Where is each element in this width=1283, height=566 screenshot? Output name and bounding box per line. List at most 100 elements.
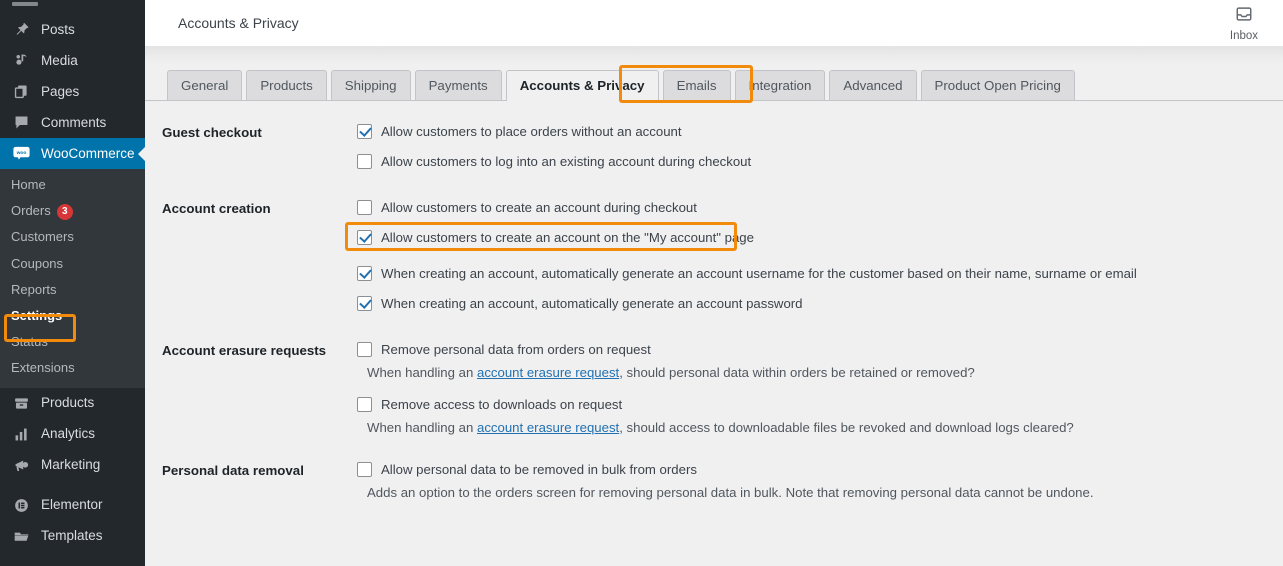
erasure-description-2: When handling an account erasure request… bbox=[367, 420, 1283, 436]
section-guest-checkout: Guest checkout Allow customers to place … bbox=[145, 123, 1283, 183]
woocommerce-submenu: Home Orders 3 Customers Coupons Reports S… bbox=[0, 169, 145, 388]
svg-text:woo: woo bbox=[16, 151, 27, 156]
section-fields: Allow personal data to be removed in bul… bbox=[357, 461, 1283, 516]
checkbox-label: Allow customers to create an account on … bbox=[381, 230, 754, 245]
sidebar-separator bbox=[0, 481, 145, 490]
tab-shipping[interactable]: Shipping bbox=[330, 70, 411, 100]
tab-advanced[interactable]: Advanced bbox=[829, 70, 917, 100]
sidebar-subitem-label: Extensions bbox=[11, 360, 75, 376]
megaphone-icon bbox=[11, 455, 32, 475]
sidebar-item-label: WooCommerce bbox=[41, 145, 135, 161]
elementor-icon bbox=[11, 495, 32, 515]
account-erasure-request-link[interactable]: account erasure request bbox=[477, 365, 619, 380]
personal-data-removal-description: Adds an option to the orders screen for … bbox=[367, 485, 1094, 500]
sidebar-subitem-coupons[interactable]: Coupons bbox=[0, 251, 145, 277]
field-row-my-account[interactable]: Allow customers to create an account on … bbox=[345, 222, 1283, 251]
sidebar-subitem-label: Settings bbox=[11, 307, 63, 323]
sidebar-item-elementor[interactable]: Elementor bbox=[0, 490, 145, 521]
sidebar-subitem-orders[interactable]: Orders 3 bbox=[0, 198, 145, 224]
checkbox-create-account-during-checkout[interactable] bbox=[357, 200, 372, 215]
sidebar-subitem-settings[interactable]: Settings bbox=[0, 303, 145, 329]
pin-icon bbox=[11, 20, 32, 40]
sidebar-item-products[interactable]: Products bbox=[0, 388, 145, 419]
field-row[interactable]: When creating an account, automatically … bbox=[357, 295, 1283, 311]
sidebar-item-label: Analytics bbox=[41, 426, 96, 442]
checkbox-label: Allow personal data to be removed in bul… bbox=[381, 462, 697, 477]
section-fields: Allow customers to create an account dur… bbox=[345, 199, 1283, 325]
sidebar-item-posts[interactable]: Posts bbox=[0, 14, 145, 45]
sidebar-item-woocommerce[interactable]: woo WooCommerce bbox=[0, 138, 146, 169]
sidebar-subitem-label: Coupons bbox=[11, 255, 64, 271]
folder-icon bbox=[11, 526, 32, 546]
products-icon bbox=[11, 393, 32, 413]
sidebar-subitem-reports[interactable]: Reports bbox=[0, 277, 145, 303]
section-personal-data-removal: Personal data removal Allow personal dat… bbox=[145, 461, 1283, 516]
account-erasure-request-link[interactable]: account erasure request bbox=[477, 420, 619, 435]
tab-general[interactable]: General bbox=[167, 70, 243, 100]
tab-emails[interactable]: Emails bbox=[662, 70, 731, 100]
checkbox-label: Allow customers to place orders without … bbox=[381, 124, 682, 139]
analytics-icon bbox=[11, 424, 32, 444]
sidebar-subitem-label: Reports bbox=[11, 281, 57, 297]
field-row[interactable]: Remove access to downloads on request bbox=[357, 396, 1283, 412]
orders-count-badge: 3 bbox=[56, 204, 73, 221]
settings-tabs: General Products Shipping Payments Accou… bbox=[145, 65, 1283, 103]
field-row[interactable]: Allow customers to create an account dur… bbox=[357, 199, 1283, 215]
sidebar-subitem-extensions[interactable]: Extensions bbox=[0, 355, 145, 381]
sidebar-subitem-home[interactable]: Home bbox=[0, 172, 145, 198]
sidebar-item-comments[interactable]: Comments bbox=[0, 107, 145, 138]
field-row[interactable]: Allow personal data to be removed in bul… bbox=[357, 461, 1283, 477]
sidebar-item-pages[interactable]: Pages bbox=[0, 76, 145, 107]
checkbox-allow-guest-orders[interactable] bbox=[357, 124, 372, 139]
section-fields: Remove personal data from orders on requ… bbox=[357, 341, 1283, 451]
checkbox-label: Allow customers to create an account dur… bbox=[381, 200, 697, 215]
sidebar-item-label: Media bbox=[41, 52, 78, 68]
sidebar-item-templates[interactable]: Templates bbox=[0, 521, 145, 552]
checkbox-bulk-remove-personal-data[interactable] bbox=[357, 462, 372, 477]
header-fade bbox=[145, 47, 1283, 65]
settings-form: Guest checkout Allow customers to place … bbox=[145, 101, 1283, 516]
sidebar-item-label: Templates bbox=[41, 528, 103, 544]
field-row[interactable]: When creating an account, automatically … bbox=[357, 265, 1283, 281]
sidebar-item-label: Posts bbox=[41, 21, 75, 37]
media-icon bbox=[11, 51, 32, 71]
field-row[interactable]: Allow customers to place orders without … bbox=[357, 123, 1283, 139]
section-account-erasure: Account erasure requests Remove personal… bbox=[145, 341, 1283, 451]
sidebar-item-analytics[interactable]: Analytics bbox=[0, 419, 145, 450]
sidebar-subitem-status[interactable]: Status bbox=[0, 329, 145, 355]
main-content: Accounts & Privacy Inbox General Product… bbox=[145, 0, 1283, 566]
section-label: Account creation bbox=[162, 201, 271, 216]
sidebar-item-label: Comments bbox=[41, 114, 107, 130]
sidebar-subitem-label: Status bbox=[11, 334, 48, 350]
field-row[interactable]: Allow customers to log into an existing … bbox=[357, 153, 1283, 169]
sidebar-subitem-customers[interactable]: Customers bbox=[0, 224, 145, 250]
tab-integration[interactable]: Integration bbox=[734, 70, 826, 100]
desc-text-post: , should personal data within orders be … bbox=[619, 365, 975, 380]
inbox-button[interactable]: Inbox bbox=[1215, 0, 1273, 47]
app-root: Posts Media Pages Comments woo WooCommer… bbox=[0, 0, 1283, 566]
tab-accounts-privacy[interactable]: Accounts & Privacy bbox=[505, 70, 659, 101]
section-label: Personal data removal bbox=[162, 463, 304, 478]
tab-payments[interactable]: Payments bbox=[414, 70, 502, 100]
tab-products[interactable]: Products bbox=[246, 70, 327, 100]
checkbox-auto-generate-username[interactable] bbox=[357, 266, 372, 281]
sidebar-item-marketing[interactable]: Marketing bbox=[0, 450, 145, 481]
checkbox-remove-personal-data-orders[interactable] bbox=[357, 342, 372, 357]
sidebar-item-media[interactable]: Media bbox=[0, 45, 145, 76]
desc-text-pre: When handling an bbox=[367, 365, 477, 380]
sidebar-subitem-label: Customers bbox=[11, 229, 74, 245]
checkbox-create-account-my-account-page[interactable] bbox=[357, 230, 372, 245]
checkbox-allow-login-during-checkout[interactable] bbox=[357, 154, 372, 169]
admin-sidebar: Posts Media Pages Comments woo WooCommer… bbox=[0, 0, 146, 566]
checkbox-remove-download-access[interactable] bbox=[357, 397, 372, 412]
checkbox-label: Allow customers to log into an existing … bbox=[381, 154, 752, 169]
tab-product-open-pricing[interactable]: Product Open Pricing bbox=[920, 70, 1075, 100]
field-row[interactable]: Remove personal data from orders on requ… bbox=[357, 341, 1283, 357]
sidebar-subitem-label: Orders bbox=[11, 203, 51, 219]
erasure-description-1: When handling an account erasure request… bbox=[367, 365, 1283, 381]
checkbox-auto-generate-password[interactable] bbox=[357, 296, 372, 311]
checkbox-label: Remove access to downloads on request bbox=[381, 397, 623, 412]
